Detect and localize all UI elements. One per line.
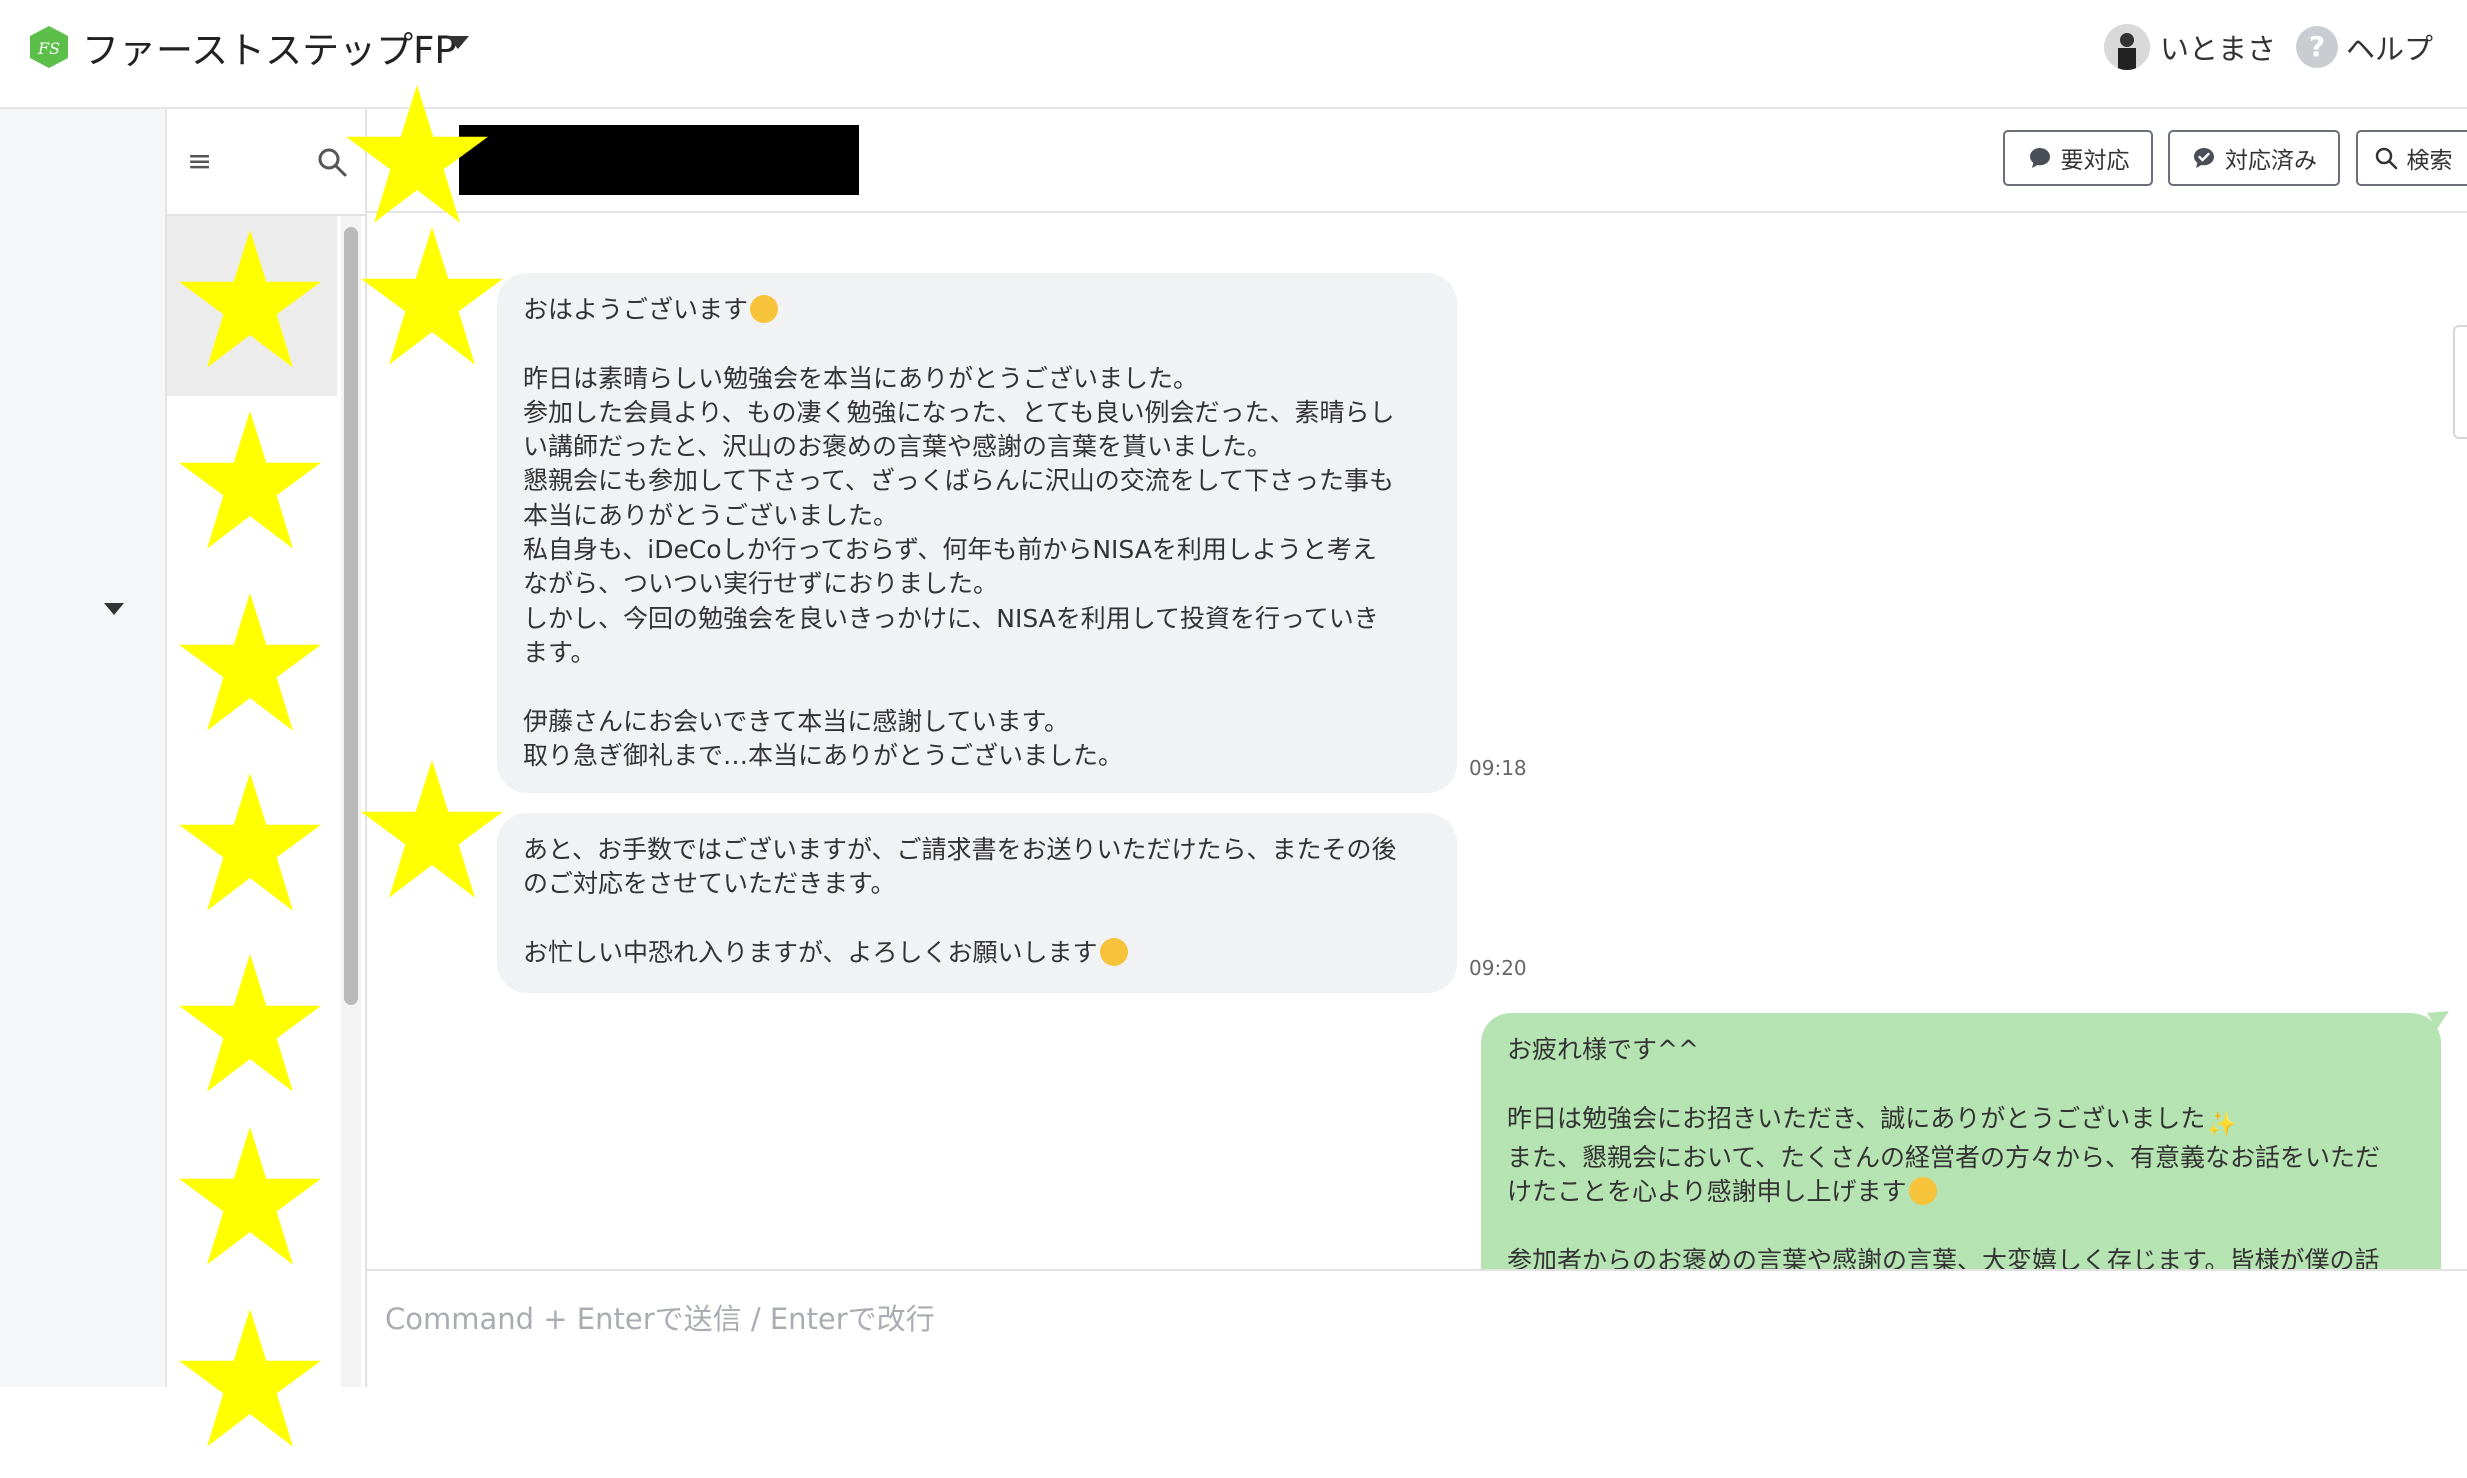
incoming-message[interactable]: おはようございます 昨日は素晴らしい勉強会を本当にありがとうございました。 参加… — [497, 273, 1457, 793]
user-avatar[interactable] — [2104, 24, 2150, 70]
star-overlay-icon — [178, 1308, 322, 1447]
message-text: また、懇親会において、たくさんの経営者の方々から、有意義なお話をいただ けたこと… — [1507, 1142, 2381, 1207]
message-text: 昨日は勉強会にお招きいただき、誠にありがとうございました — [1507, 1103, 2206, 1133]
incoming-message[interactable]: あと、お手数ではございますが、ご請求書をお送りいただけたら、またその後 のご対応… — [497, 813, 1457, 993]
left-rail — [0, 109, 167, 1387]
message-text: 参加者からのお褒めの言葉や感謝の言葉、大変嬉しく存じます。皆様が僕の話 — [1507, 1245, 2380, 1269]
account-dropdown-icon[interactable] — [447, 36, 469, 49]
message-text: お疲れ様です^^ — [1507, 1035, 1699, 1064]
help-link[interactable]: ヘルプ — [2346, 26, 2433, 68]
help-icon[interactable]: ? — [2296, 26, 2338, 68]
star-overlay-icon — [360, 759, 504, 898]
star-overlay-icon — [178, 1126, 322, 1265]
account-name[interactable]: ファーストステップFP — [82, 20, 457, 74]
search-messages-button[interactable]: 検索 — [2356, 130, 2467, 186]
sparkles-emoji-icon: ✨ — [2207, 1109, 2238, 1138]
star-overlay-icon — [178, 592, 322, 731]
side-panel-tab[interactable] — [2453, 325, 2467, 439]
message-text-continued: 昨日は素晴らしい勉強会を本当にありがとうございました。 参加した会員より、もの凄… — [523, 363, 1395, 770]
collapse-caret-icon[interactable] — [104, 603, 124, 615]
star-overlay-icon — [178, 772, 322, 911]
menu-icon[interactable]: ≡ — [187, 147, 212, 177]
relieved-emoji-icon — [1908, 1177, 1937, 1206]
needs-action-label: 要対応 — [2060, 148, 2130, 174]
redacted-contact-name — [459, 125, 859, 195]
list-scrollbar[interactable] — [344, 227, 358, 1005]
message-input[interactable] — [383, 1293, 2287, 1345]
message-area[interactable]: おはようございます 昨日は素晴らしい勉強会を本当にありがとうございました。 参加… — [367, 213, 2467, 1269]
list-toolbar: ≡ — [167, 109, 365, 216]
message-time: 09:18 — [1469, 756, 1527, 780]
message-text: おはようございます — [523, 295, 749, 324]
blush-emoji-icon — [1099, 937, 1128, 966]
check-bubble-icon — [2194, 148, 2214, 168]
needs-action-button[interactable]: 要対応 — [2003, 130, 2153, 186]
star-overlay-icon — [360, 226, 504, 365]
smile-emoji-icon — [750, 295, 779, 323]
app-logo-icon[interactable]: FS — [26, 24, 72, 70]
message-time: 09:20 — [1469, 956, 1527, 980]
speech-bubble-icon — [2029, 148, 2050, 168]
bubble-tail — [2427, 1011, 2449, 1029]
user-name[interactable]: いとまさ — [2160, 26, 2276, 68]
message-text: あと、お手数ではございますが、ご請求書をお送りいただけたら、またその後 のご対応… — [523, 835, 1397, 967]
done-label: 対応済み — [2225, 148, 2317, 174]
outgoing-message[interactable]: お疲れ様です^^ 昨日は勉強会にお招きいただき、誠にありがとうございました✨ ま… — [1481, 1013, 2441, 1269]
star-overlay-icon — [178, 953, 322, 1092]
star-overlay-icon — [345, 84, 489, 223]
star-overlay-icon — [178, 410, 322, 549]
message-composer — [367, 1269, 2467, 1389]
search-messages-label: 検索 — [2406, 148, 2453, 174]
done-button[interactable]: 対応済み — [2168, 130, 2340, 186]
svg-text:FS: FS — [37, 39, 60, 58]
chat-header: 要対応 対応済み 検索 — [367, 109, 2467, 213]
magnifier-icon — [2375, 147, 2397, 170]
star-overlay-icon — [178, 229, 322, 368]
